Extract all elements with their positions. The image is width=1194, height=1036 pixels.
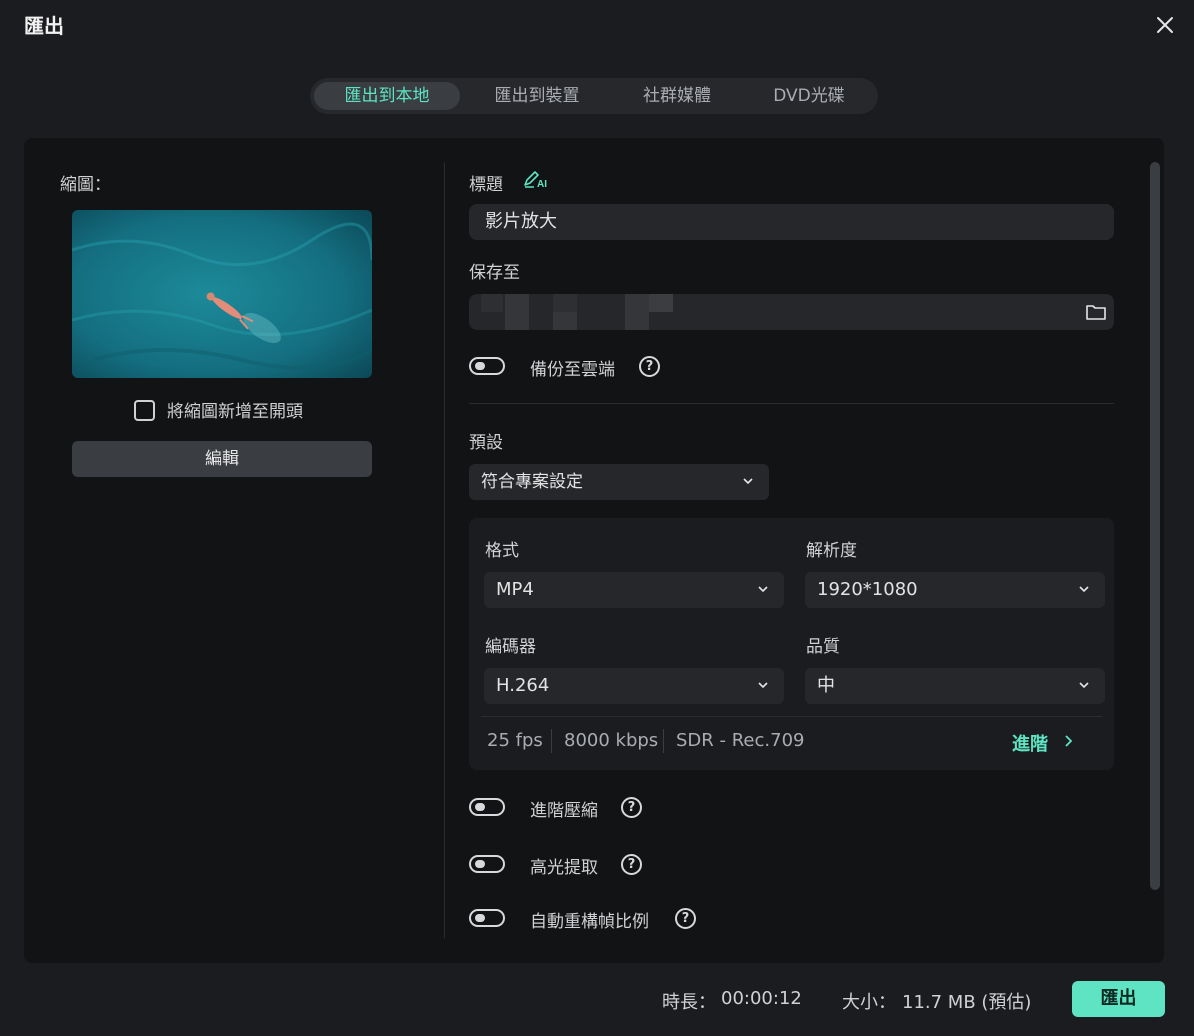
backup-help-icon[interactable]: ? [639,356,660,377]
save-to-label: 保存至 [469,263,520,283]
tab-dvd[interactable]: DVD光碟 [744,82,874,110]
section-divider [469,403,1114,404]
ai-pen-icon[interactable]: AI [522,168,550,190]
chevron-down-icon [758,586,768,593]
encoder-dropdown[interactable]: H.264 [484,668,784,704]
chevron-down-icon [1079,586,1089,593]
tab-export-local[interactable]: 匯出到本地 [314,82,460,110]
export-tabs: 匯出到本地 匯出到裝置 社群媒體 DVD光碟 [310,78,878,114]
advanced-compression-toggle[interactable] [469,798,505,816]
encoder-label: 編碼器 [485,637,536,657]
duration-label: 時長： [662,992,716,1013]
export-button[interactable]: 匯出 [1072,981,1165,1017]
export-panel: 縮圖： 將縮圖新增至開頭 編輯 標題 AI 影片放大 保存至 備份至雲端 ? 預… [24,138,1164,963]
folder-icon[interactable] [1085,302,1107,322]
thumbnail-label: 縮圖： [60,175,111,195]
add-thumbnail-checkbox[interactable] [134,400,155,421]
quality-dropdown[interactable]: 中 [805,668,1105,704]
dialog-title: 匯出 [24,14,64,38]
stat-separator [663,729,664,753]
fps-value: 25 fps [487,730,543,751]
bitrate-value: 8000 kbps [564,730,659,751]
tab-export-device[interactable]: 匯出到裝置 [464,82,610,110]
duration-value: 00:00:12 [721,988,802,1009]
chevron-right-icon[interactable] [1062,734,1074,748]
tab-social-media[interactable]: 社群媒體 [614,82,740,110]
title-input-value: 影片放大 [485,211,557,232]
size-label: 大小： [842,992,896,1013]
title-label: 標題 [469,175,503,195]
advanced-compression-label: 進階壓縮 [530,801,598,821]
settings-divider [481,716,1102,717]
advanced-settings-link[interactable]: 進階 [1012,730,1048,756]
title-input[interactable]: 影片放大 [469,204,1114,240]
panel-divider [444,162,445,938]
export-settings-block: 格式 MP4 解析度 1920*1080 編碼器 H.264 品質 中 25 f… [469,518,1114,770]
auto-reframe-help-icon[interactable]: ? [675,908,696,929]
resolution-dropdown[interactable]: 1920*1080 [805,572,1105,608]
resolution-label: 解析度 [806,541,857,561]
quality-value: 中 [817,675,835,696]
save-path-field[interactable] [469,294,1114,330]
format-dropdown[interactable]: MP4 [484,572,784,608]
backup-cloud-toggle[interactable] [469,357,505,375]
encoder-value: H.264 [496,675,550,696]
thumbnail-image[interactable] [72,210,372,378]
auto-reframe-toggle[interactable] [469,909,505,927]
backup-cloud-label: 備份至雲端 [530,360,615,380]
preset-label: 預設 [469,433,503,453]
resolution-value: 1920*1080 [817,579,918,600]
chevron-down-icon [743,478,753,485]
auto-reframe-label: 自動重構幀比例 [530,912,649,932]
preset-value: 符合專案設定 [481,472,583,492]
svg-text:AI: AI [537,179,547,190]
chevron-down-icon [758,682,768,689]
scrollbar[interactable] [1150,162,1160,890]
format-value: MP4 [496,579,534,600]
highlight-extract-toggle[interactable] [469,855,505,873]
advanced-compression-help-icon[interactable]: ? [621,797,642,818]
highlight-extract-label: 高光提取 [530,858,598,878]
highlight-extract-help-icon[interactable]: ? [621,854,642,875]
color-space-value: SDR - Rec.709 [676,730,805,751]
add-thumbnail-label: 將縮圖新增至開頭 [167,402,303,422]
format-label: 格式 [485,541,519,561]
stat-separator [551,729,552,753]
chevron-down-icon [1079,682,1089,689]
preset-dropdown[interactable]: 符合專案設定 [469,464,769,500]
close-icon[interactable] [1152,12,1178,38]
size-value: 11.7 MB (預估) [902,992,1032,1013]
quality-label: 品質 [806,637,840,657]
edit-thumbnail-button[interactable]: 編輯 [72,441,372,477]
